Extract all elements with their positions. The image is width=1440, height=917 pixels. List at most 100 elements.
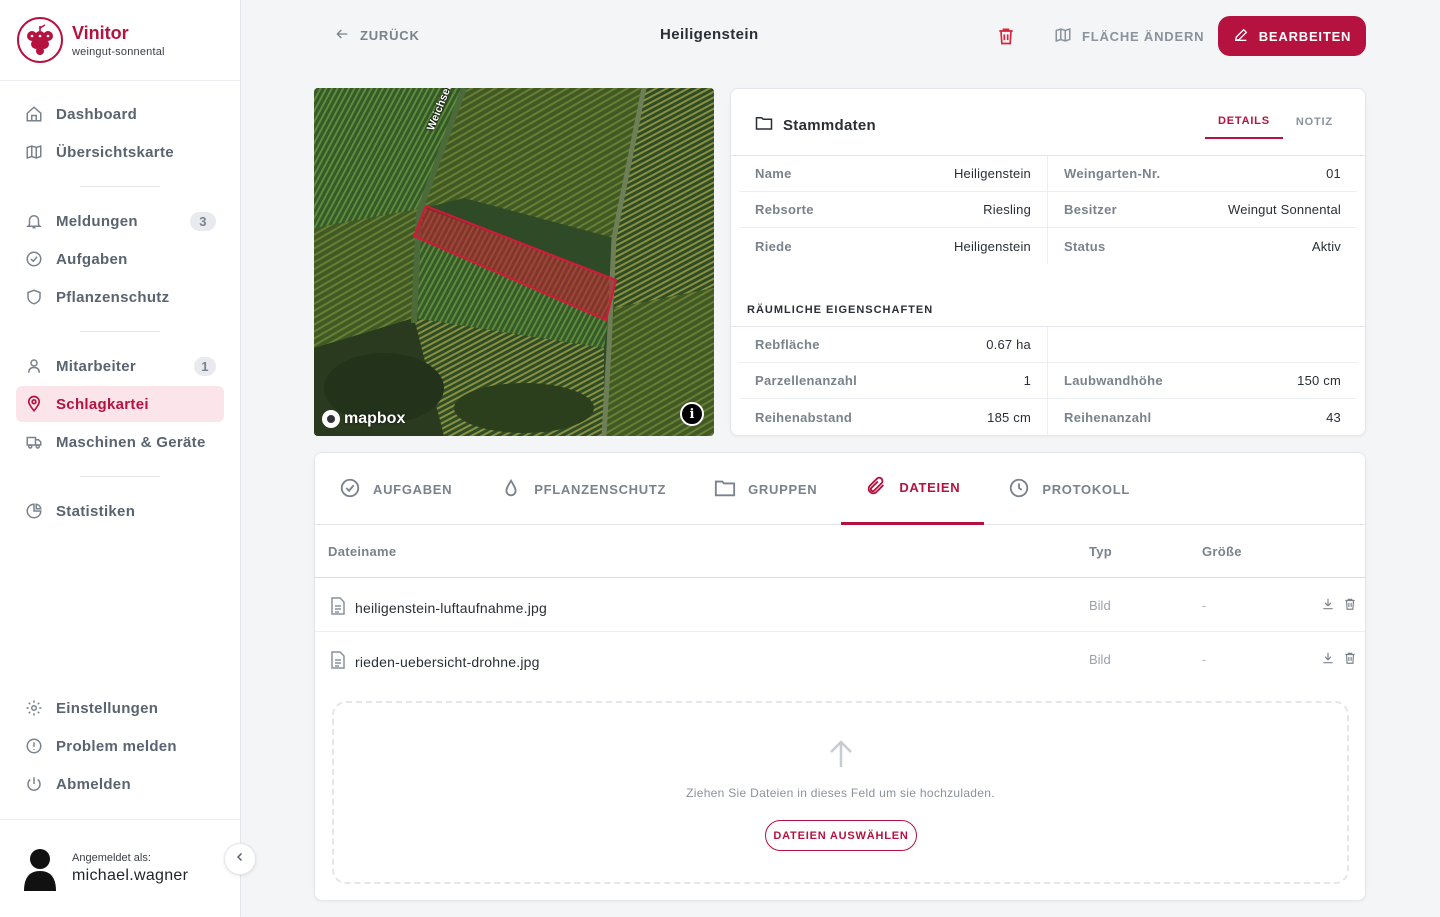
- field-value: Aktiv: [1311, 238, 1341, 254]
- sidebar-item-label: Maschinen & Geräte: [56, 433, 206, 451]
- file-name[interactable]: rieden-uebersicht-drohne.jpg: [355, 654, 540, 670]
- change-area-label: FLÄCHE ÄNDERN: [1082, 29, 1205, 44]
- field-value: 1: [1023, 373, 1031, 388]
- table-row[interactable]: heiligenstein-luftaufnahme.jpg Bild -: [315, 579, 1365, 632]
- alert-circle-icon: [24, 736, 44, 756]
- edit-button[interactable]: BEARBEITEN: [1218, 16, 1366, 56]
- drop-icon: [500, 477, 522, 502]
- trash-icon[interactable]: [1343, 651, 1357, 668]
- select-files-button[interactable]: DATEIEN AUSWÄHLEN: [765, 820, 917, 851]
- sidebar-item-dashboard[interactable]: Dashboard: [16, 96, 224, 132]
- satellite-map[interactable]: Weichselgraben mapbox i: [314, 88, 714, 436]
- main-nav: Dashboard Übersichtskarte Meldungen 3 Au…: [16, 96, 224, 531]
- check-circle-icon: [24, 249, 44, 269]
- column-header-type[interactable]: Typ: [1089, 544, 1112, 559]
- sidebar-item-einstellungen[interactable]: Einstellungen: [16, 690, 224, 726]
- download-icon[interactable]: [1321, 651, 1335, 668]
- field-label: Rebfläche: [755, 337, 820, 352]
- tab-label: PROTOKOLL: [1042, 481, 1130, 497]
- power-icon: [24, 774, 44, 794]
- sidebar-item-label: Schlagkartei: [56, 395, 149, 413]
- sidebar-item-mitarbeiter[interactable]: Mitarbeiter 1: [16, 348, 224, 384]
- sidebar-item-uebersichtskarte[interactable]: Übersichtskarte: [16, 134, 224, 170]
- table-row[interactable]: rieden-uebersicht-drohne.jpg Bild -: [315, 633, 1365, 686]
- sidebar-item-schlagkartei[interactable]: Schlagkartei: [16, 386, 224, 422]
- tab-notiz[interactable]: NOTIZ: [1283, 105, 1346, 139]
- info-icon[interactable]: i: [680, 402, 704, 426]
- card-title-text: Stammdaten: [783, 116, 877, 134]
- file-size: -: [1202, 652, 1207, 667]
- sidebar-item-label: Problem melden: [56, 737, 177, 755]
- spatial-row: Rebfläche 0.67 ha: [739, 327, 1357, 363]
- field-value: Weingut Sonnental: [1227, 202, 1341, 217]
- spatial-table: Rebfläche 0.67 ha Parzellenanzahl 1 Laubwa…: [739, 327, 1357, 435]
- notification-count-badge: 3: [190, 212, 216, 231]
- sidebar: Vinitor weingut-sonnental Dashboard Über…: [0, 0, 241, 917]
- file-type: Bild: [1089, 652, 1111, 667]
- section-title: RÄUMLICHE EIGENSCHAFTEN: [747, 304, 934, 316]
- sidebar-item-abmelden[interactable]: Abmelden: [16, 766, 224, 802]
- folder-icon: [714, 478, 736, 501]
- field-label: Reihenanzahl: [1064, 409, 1152, 425]
- file-name[interactable]: heiligenstein-luftaufnahme.jpg: [355, 600, 547, 616]
- field-value: 185 cm: [987, 409, 1031, 425]
- change-area-button[interactable]: FLÄCHE ÄNDERN: [1054, 26, 1204, 47]
- tab-gruppen[interactable]: GRUPPEN: [690, 453, 841, 525]
- edit-label: BEARBEITEN: [1258, 28, 1352, 44]
- mapbox-logo-icon: [322, 410, 340, 428]
- gear-icon: [24, 698, 44, 718]
- spatial-row: Reihenabstand 185 cm Reihenanzahl 43: [739, 399, 1357, 435]
- home-icon: [24, 104, 44, 124]
- folder-icon: [755, 115, 773, 135]
- field-value: 01: [1326, 166, 1341, 181]
- file-dropzone[interactable]: Ziehen Sie Dateien in dieses Feld um sie…: [332, 701, 1349, 884]
- nav-divider: [80, 331, 160, 332]
- sidebar-item-aufgaben[interactable]: Aufgaben: [16, 241, 224, 277]
- sidebar-item-meldungen[interactable]: Meldungen 3: [16, 203, 224, 239]
- tab-label: DATEIEN: [899, 480, 961, 495]
- username: michael.wagner: [72, 867, 189, 884]
- trash-icon[interactable]: [1343, 597, 1357, 614]
- check-circle-icon: [339, 477, 361, 502]
- tab-dateien[interactable]: DATEIEN: [841, 453, 985, 525]
- file-icon: [331, 597, 345, 618]
- files-card: AUFGABEN PFLANZENSCHUTZ GRUPPEN DATEIEN …: [314, 452, 1366, 901]
- avatar: [24, 847, 56, 891]
- tab-label: GRUPPEN: [748, 481, 818, 497]
- details-table: Name Heiligenstein Weingarten-Nr. 01 Rebso…: [739, 156, 1357, 264]
- sidebar-item-maschinen[interactable]: Maschinen & Geräte: [16, 424, 224, 460]
- collapse-sidebar-button[interactable]: [224, 843, 256, 875]
- dropzone-hint: Ziehen Sie Dateien in dieses Feld um sie…: [686, 786, 995, 800]
- nav-divider: [80, 476, 160, 477]
- tab-aufgaben[interactable]: AUFGABEN: [315, 453, 476, 525]
- field-label: Reihenabstand: [755, 409, 853, 425]
- delete-button[interactable]: [996, 26, 1016, 51]
- sidebar-item-label: Einstellungen: [56, 699, 159, 717]
- pencil-icon: [1233, 27, 1249, 46]
- download-icon[interactable]: [1321, 597, 1335, 614]
- page-title: Heiligenstein: [660, 26, 759, 43]
- brand[interactable]: Vinitor weingut-sonnental: [0, 0, 240, 81]
- sidebar-item-statistiken[interactable]: Statistiken: [16, 493, 224, 529]
- count-badge: 1: [194, 357, 216, 376]
- tab-pflanzenschutz[interactable]: PFLANZENSCHUTZ: [476, 453, 690, 525]
- field-value: 43: [1326, 409, 1341, 425]
- sidebar-item-problem-melden[interactable]: Problem melden: [16, 728, 224, 764]
- back-button[interactable]: ZURÜCK: [334, 26, 420, 45]
- tab-protokoll[interactable]: PROTOKOLL: [984, 453, 1154, 525]
- map-icon: [24, 142, 44, 162]
- spatial-row: Parzellenanzahl 1 Laubwandhöhe 150 cm: [739, 363, 1357, 399]
- tab-details[interactable]: DETAILS: [1205, 105, 1283, 139]
- mapbox-logo[interactable]: mapbox: [322, 410, 405, 428]
- shield-icon: [24, 287, 44, 307]
- field-label: Parzellenanzahl: [755, 373, 858, 388]
- nav-divider: [80, 186, 160, 187]
- attribution-text: mapbox: [344, 410, 406, 427]
- field-label: Besitzer: [1064, 202, 1117, 217]
- sidebar-item-pflanzenschutz[interactable]: Pflanzenschutz: [16, 279, 224, 315]
- page-header: ZURÜCK Heiligenstein FLÄCHE ÄNDERN BEARB…: [314, 16, 1366, 56]
- column-header-size[interactable]: Größe: [1202, 544, 1242, 559]
- column-header-name[interactable]: Dateiname: [328, 544, 396, 559]
- footer-nav: Einstellungen Problem melden Abmelden: [16, 690, 224, 804]
- field-label: Name: [755, 166, 792, 181]
